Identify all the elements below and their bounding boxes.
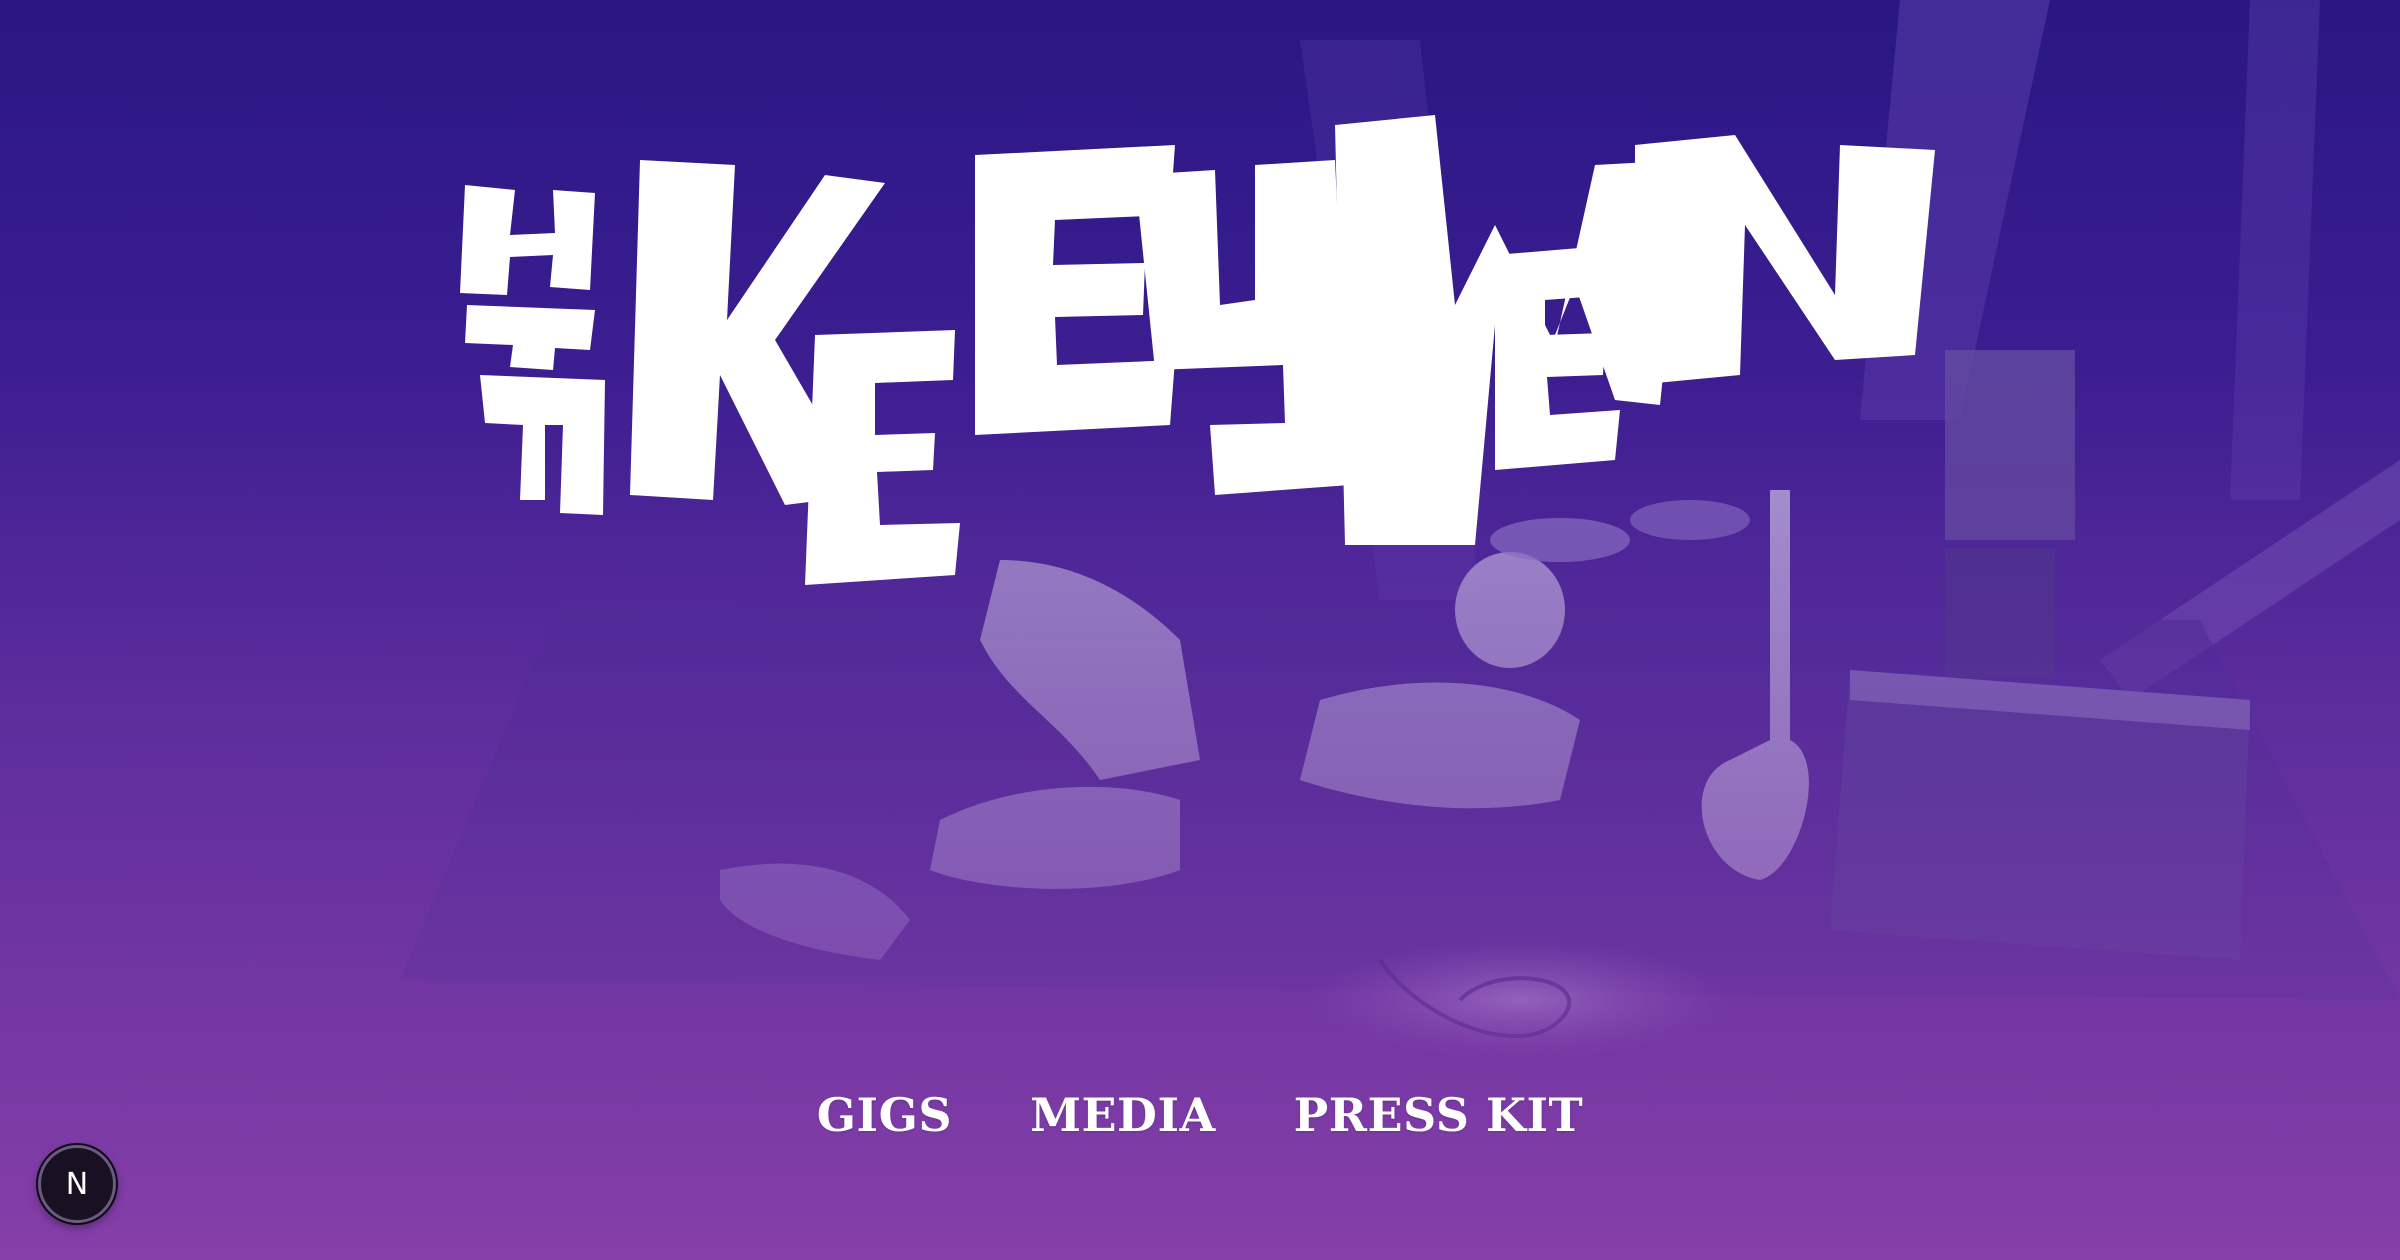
main-nav: GIGS MEDIA PRESS KIT (0, 1080, 2400, 1150)
nav-link-media[interactable]: MEDIA (1030, 1088, 1216, 1142)
badge-label: N (65, 1166, 89, 1202)
nav-link-press-kit[interactable]: PRESS KIT (1294, 1088, 1584, 1142)
band-logo (455, 105, 1955, 625)
n-logo-icon[interactable]: N (38, 1145, 116, 1223)
nav-link-gigs[interactable]: GIGS (817, 1088, 952, 1142)
